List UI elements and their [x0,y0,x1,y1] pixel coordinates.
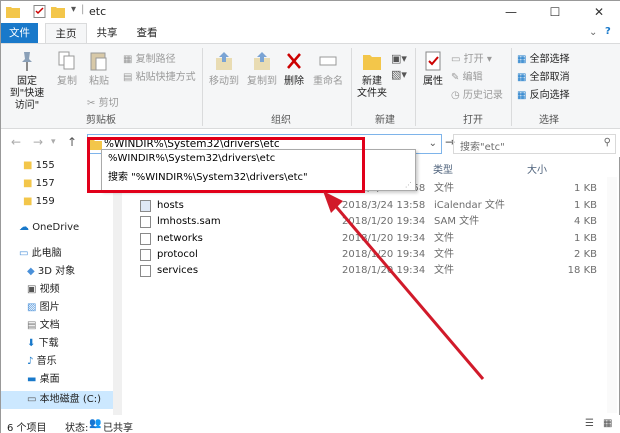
item-count: 6 个项目 [7,423,47,433]
status-label: 状态: [65,423,89,433]
annotation-arrow [323,191,485,380]
shared-icon: 👥 [89,418,102,429]
file-list-scrollbar[interactable] [607,177,617,413]
large-icons-view-icon[interactable]: ▦ [603,418,612,429]
explorer-window: ▾ | etc — ☐ ✕ 文件 主页 共享 查看 ⌄ ? 固定到"快速访问" … [0,0,620,433]
status-bar: 6 个项目 状态: 👥 已共享 ☰ ▦ [1,415,620,433]
details-view-icon[interactable]: ☰ [585,418,594,429]
shared-status: 已共享 [103,423,133,433]
